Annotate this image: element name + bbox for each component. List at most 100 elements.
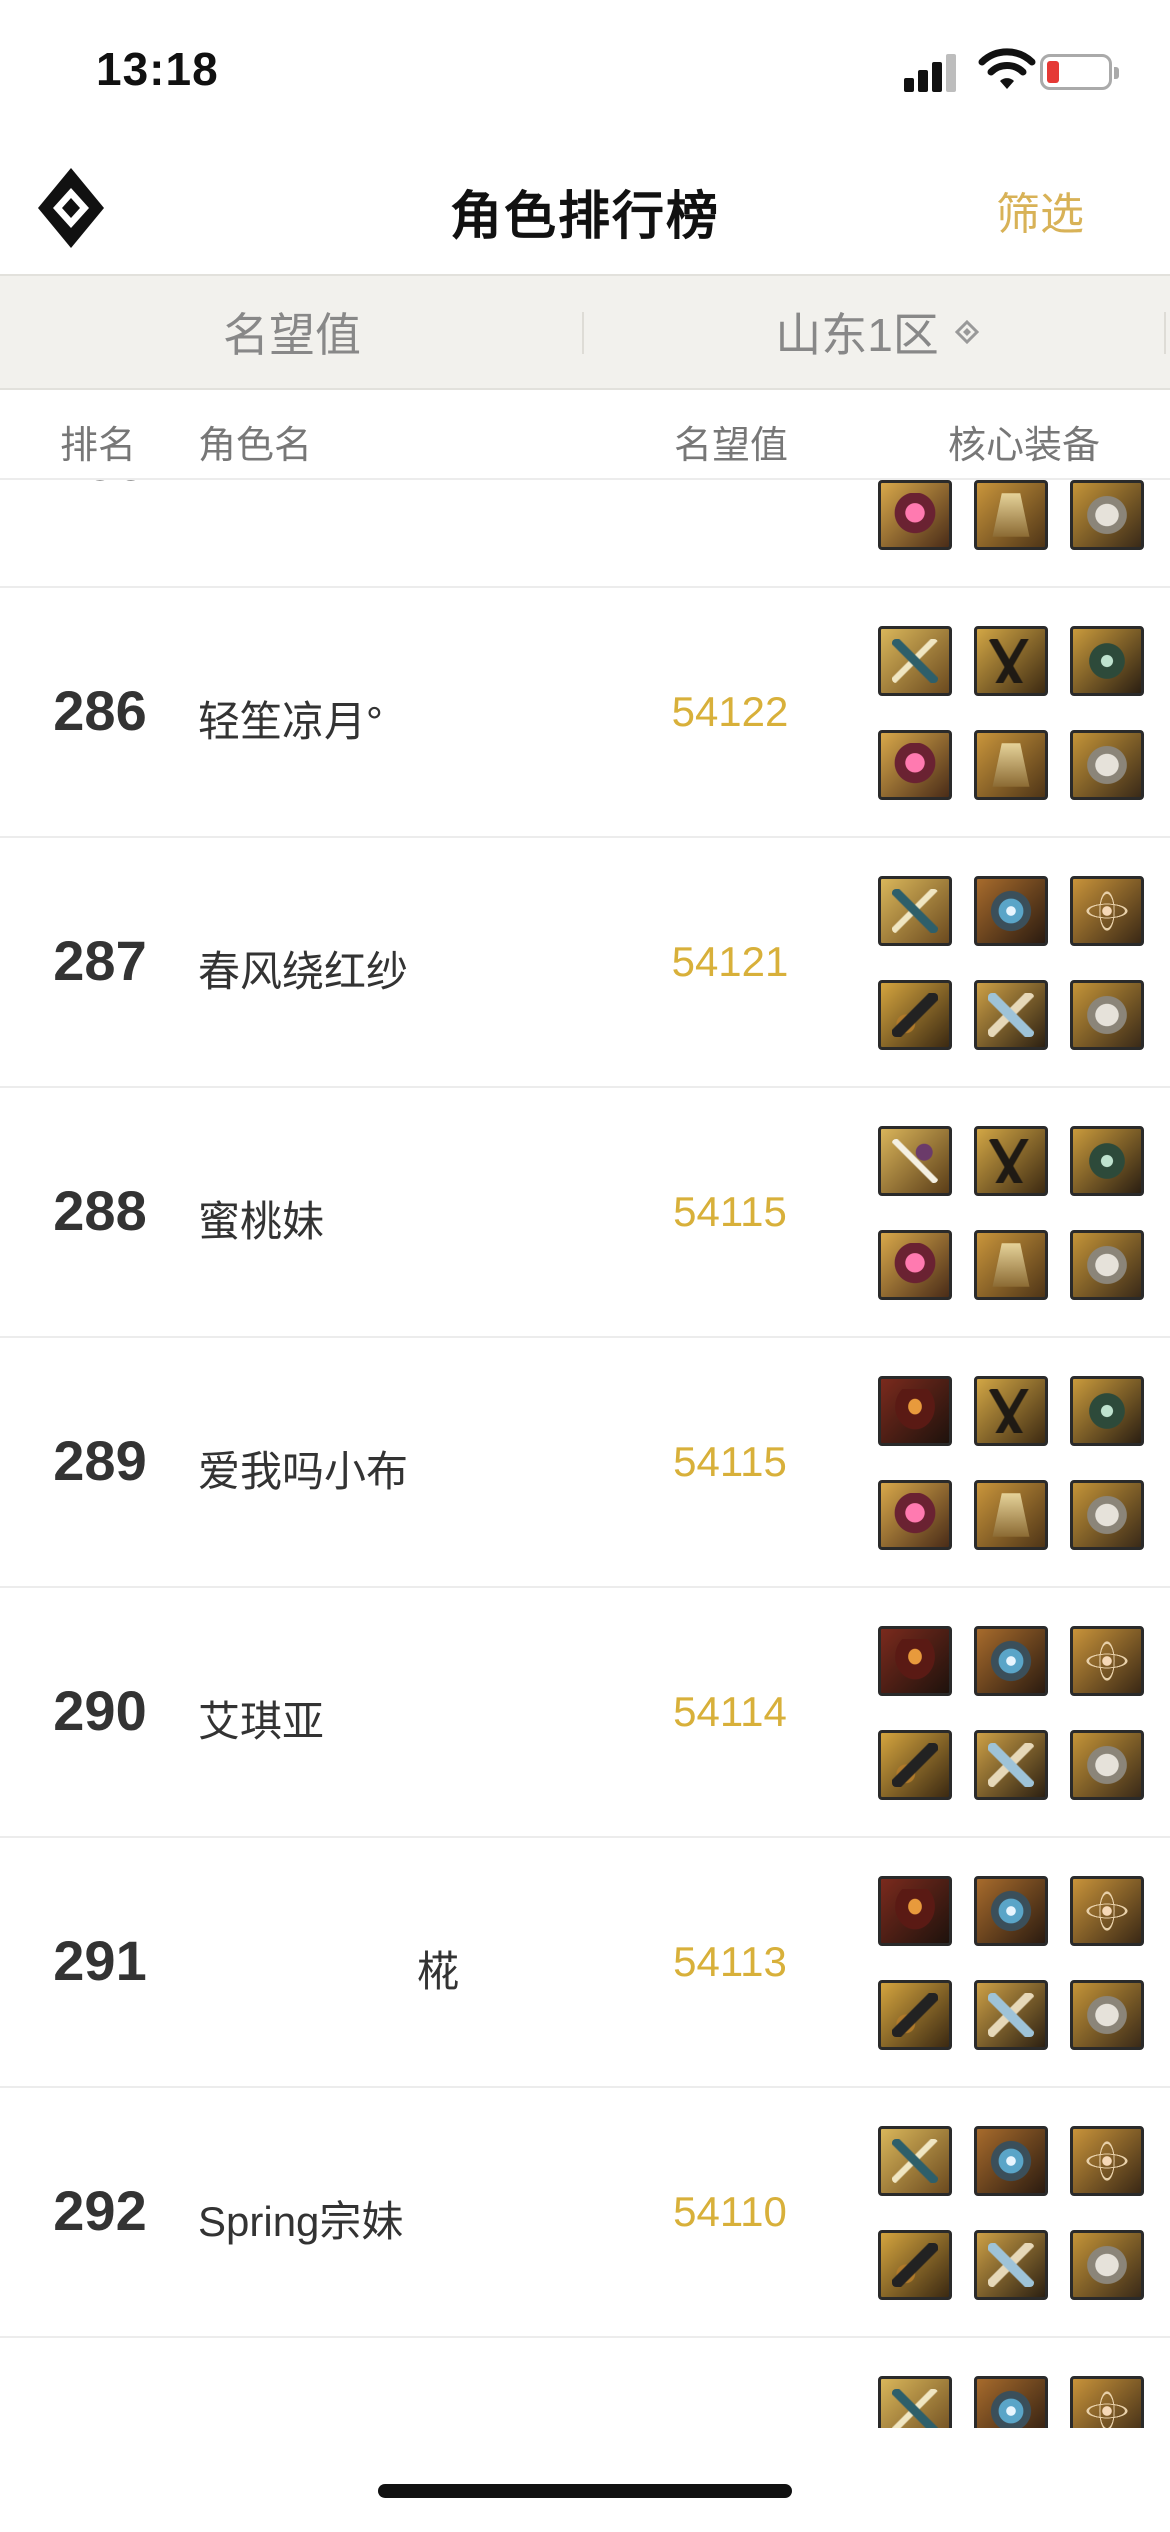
character-name: 春风绕红纱 — [198, 948, 409, 995]
fame-score: 54115 — [673, 1188, 787, 1235]
gear-cross-icon[interactable] — [974, 980, 1048, 1050]
gear-pink-icon[interactable] — [878, 480, 952, 550]
gear-cross-icon[interactable] — [974, 2230, 1048, 2300]
list-item[interactable]: 289 爱我吗小布 54115 — [0, 1338, 1170, 1588]
fame-score: 54122 — [671, 688, 789, 735]
rank-number: 291 — [53, 1929, 147, 1992]
home-indicator[interactable] — [378, 2484, 792, 2498]
gear-antler-icon[interactable] — [974, 1126, 1048, 1196]
list-item[interactable]: 285 — [0, 480, 1170, 588]
gear-atom-icon[interactable] — [1070, 1626, 1144, 1696]
list-item[interactable]: 291 椛 54113 — [0, 1838, 1170, 2088]
fame-score: 54121 — [671, 938, 789, 985]
gear-blade-icon[interactable] — [878, 1730, 952, 1800]
gear-pink-icon[interactable] — [878, 1230, 952, 1300]
gear-disc-icon[interactable] — [974, 1876, 1048, 1946]
gear-orb-icon[interactable] — [1070, 626, 1144, 696]
gear-antler-icon[interactable] — [974, 626, 1048, 696]
list-item[interactable]: 287 春风绕红纱 54121 — [0, 838, 1170, 1088]
signal-icon — [904, 52, 958, 92]
page-title: 角色排行榜 — [449, 188, 720, 246]
gear-armor-icon[interactable] — [1070, 2230, 1144, 2300]
gear-demon-icon[interactable] — [878, 1626, 952, 1696]
server-label: 山东1区 — [775, 309, 939, 361]
gear-pink-icon[interactable] — [878, 730, 952, 800]
gear-spear-icon[interactable] — [878, 1126, 952, 1196]
character-name: Spring宗妹 — [198, 2198, 404, 2245]
gear-orb-icon[interactable] — [1070, 1126, 1144, 1196]
gear-blade-icon[interactable] — [878, 1980, 952, 2050]
filter-divider — [1164, 312, 1166, 354]
rank-number: 289 — [53, 1429, 147, 1492]
gear-cross-icon[interactable] — [974, 1980, 1048, 2050]
gear-armor-icon[interactable] — [1070, 1230, 1144, 1300]
gear-atom-icon[interactable] — [1070, 2376, 1144, 2428]
gear-pink-icon[interactable] — [878, 1480, 952, 1550]
character-name: 艾琪亚 — [198, 1698, 325, 1745]
gear-staff-icon[interactable] — [878, 2376, 952, 2428]
nav-bar: 角色排行榜 筛选 — [0, 140, 1170, 274]
wifi-icon — [978, 48, 1036, 89]
rank-number: 285 — [0, 480, 200, 493]
character-name: 蜜桃妹 — [198, 1198, 325, 1245]
column-rank: 排名 — [60, 425, 137, 467]
list-item[interactable] — [0, 2338, 1170, 2428]
character-name: 爱我吗小布 — [198, 1448, 409, 1495]
fame-score: 54110 — [673, 2188, 787, 2235]
filter-bar: 名望值 山东1区 — [0, 274, 1170, 390]
gear-atom-icon[interactable] — [1070, 2126, 1144, 2196]
gear-blade-icon[interactable] — [878, 980, 952, 1050]
gear-disc-icon[interactable] — [974, 876, 1048, 946]
gear-cross-icon[interactable] — [974, 1730, 1048, 1800]
gear-disc-icon[interactable] — [974, 2376, 1048, 2428]
gear-staff-icon[interactable] — [878, 876, 952, 946]
status-bar: 13:18 — [0, 0, 1170, 140]
column-gear: 核心装备 — [948, 425, 1101, 467]
gear-robe-icon[interactable] — [974, 1230, 1048, 1300]
battery-icon — [1040, 54, 1119, 90]
rank-number: 287 — [53, 929, 147, 992]
gear-armor-icon[interactable] — [1070, 480, 1144, 550]
gear-armor-icon[interactable] — [1070, 1980, 1144, 2050]
gear-blade-icon[interactable] — [878, 2230, 952, 2300]
rank-number: 288 — [53, 1179, 147, 1242]
gear-atom-icon[interactable] — [1070, 876, 1144, 946]
column-header: 排名 角色名 名望值 核心装备 — [0, 390, 1170, 480]
character-name: 椛 — [416, 1948, 459, 1995]
list-item[interactable]: 290 艾琪亚 54114 — [0, 1588, 1170, 1838]
column-score: 名望值 — [674, 425, 789, 467]
list-item[interactable]: 286 轻笙凉月° 54122 — [0, 588, 1170, 838]
diamond-chevron-icon — [954, 320, 979, 344]
metric-selector[interactable]: 名望值 — [0, 276, 584, 388]
filter-button[interactable]: 筛选 — [996, 178, 1084, 242]
gear-orb-icon[interactable] — [1070, 1376, 1144, 1446]
rank-number: 290 — [53, 1679, 147, 1742]
rank-number: 292 — [53, 2179, 147, 2242]
rank-number: 286 — [53, 679, 147, 742]
character-name: 轻笙凉月° — [198, 698, 383, 745]
fame-score: 54114 — [673, 1688, 787, 1735]
gear-robe-icon[interactable] — [974, 1480, 1048, 1550]
gear-staff-icon[interactable] — [878, 2126, 952, 2196]
gear-antler-icon[interactable] — [974, 1376, 1048, 1446]
gear-disc-icon[interactable] — [974, 1626, 1048, 1696]
gear-demon-icon[interactable] — [878, 1376, 952, 1446]
gear-armor-icon[interactable] — [1070, 730, 1144, 800]
list-item[interactable]: 288 蜜桃妹 54115 — [0, 1088, 1170, 1338]
gear-robe-icon[interactable] — [974, 480, 1048, 550]
ranking-list[interactable]: 285 286 轻笙凉月° 54122 287 春风绕红纱 54121 288 蜜桃妹 54115… — [0, 480, 1170, 2428]
fame-score: 54115 — [673, 1438, 787, 1485]
gear-armor-icon[interactable] — [1070, 980, 1144, 1050]
gear-armor-icon[interactable] — [1070, 1480, 1144, 1550]
gear-disc-icon[interactable] — [974, 2126, 1048, 2196]
list-item[interactable]: 292 Spring宗妹 54110 — [0, 2088, 1170, 2338]
gear-robe-icon[interactable] — [974, 730, 1048, 800]
server-selector[interactable]: 山东1区 — [584, 276, 1170, 388]
fame-score: 54113 — [673, 1938, 787, 1985]
gear-staff-icon[interactable] — [878, 626, 952, 696]
column-name: 角色名 — [198, 425, 313, 467]
status-time: 13:18 — [96, 43, 219, 95]
gear-armor-icon[interactable] — [1070, 1730, 1144, 1800]
gear-atom-icon[interactable] — [1070, 1876, 1144, 1946]
gear-demon-icon[interactable] — [878, 1876, 952, 1946]
